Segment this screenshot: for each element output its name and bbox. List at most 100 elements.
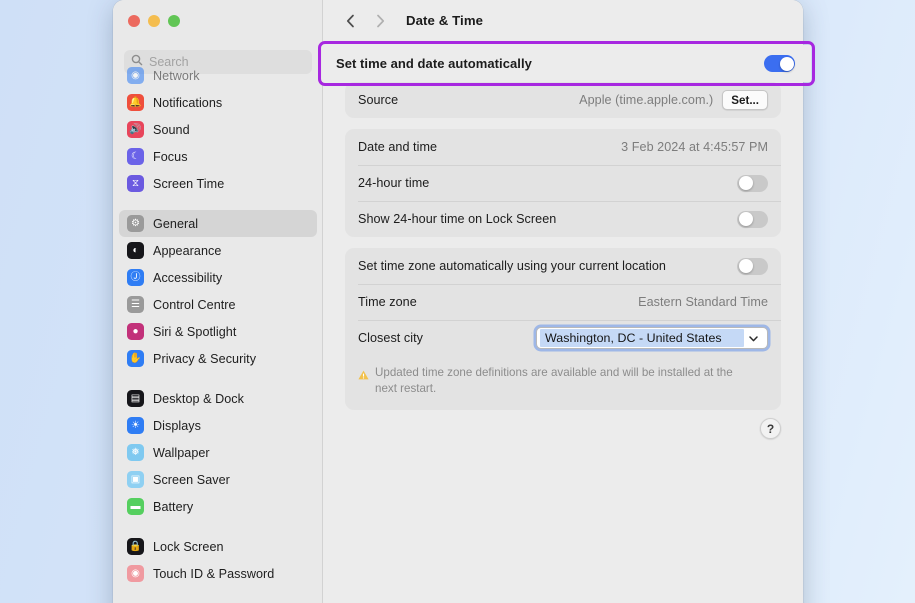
toggle-knob	[739, 212, 753, 226]
sidebar-item-accessibility[interactable]: Ⓙ Accessibility	[119, 264, 317, 291]
screensaver-icon: ▣	[127, 471, 144, 488]
desktop-icon: ▤	[127, 390, 144, 407]
sidebar-item-notifications[interactable]: 🔔 Notifications	[119, 89, 317, 116]
network-icon: ◉	[127, 67, 144, 84]
bell-icon: 🔔	[127, 94, 144, 111]
chevron-right-icon	[376, 14, 385, 28]
date-and-time-row: Date and time 3 Feb 2024 at 4:45:57 PM	[345, 129, 781, 165]
fingerprint-icon: ◉	[127, 565, 144, 582]
source-label: Source	[358, 93, 398, 107]
help-button[interactable]: ?	[760, 418, 781, 439]
sidebar-item-label: Appearance	[153, 244, 221, 258]
sidebar-item-control-centre[interactable]: ☰ Control Centre	[119, 291, 317, 318]
sidebar-item-label: Wallpaper	[153, 446, 210, 460]
sidebar-item-label: Displays	[153, 419, 201, 433]
warning-triangle-icon	[358, 367, 369, 385]
sidebar: ◉ Network 🔔 Notifications 🔊 Sound ☾Focus ⧖ Scree…	[113, 0, 323, 603]
back-button[interactable]	[337, 8, 363, 34]
closest-city-label: Closest city	[358, 331, 423, 345]
set-source-button[interactable]: Set...	[722, 90, 768, 110]
close-button[interactable]	[128, 15, 140, 27]
sidebar-item-lock-screen[interactable]: 🔒Lock Screen	[119, 533, 317, 560]
siri-icon: ●	[127, 323, 144, 340]
sidebar-item-general[interactable]: ⚙ General	[119, 210, 317, 237]
sidebar-item-screen-saver[interactable]: ▣ Screen Saver	[119, 466, 317, 493]
sidebar-item-label: General	[153, 217, 198, 231]
date-and-time-label: Date and time	[358, 140, 437, 154]
sidebar-item-privacy-security[interactable]: ✋Privacy & Security	[119, 345, 317, 372]
sidebar-item-desktop-dock[interactable]: ▤ Desktop & Dock	[119, 385, 317, 412]
set-time-zone-automatically-using-your-current-location-row: Set time zone automatically using your c…	[345, 248, 781, 284]
display-icon: ☀	[127, 417, 144, 434]
time-zone-card: Set time zone automatically using your c…	[345, 248, 781, 410]
sidebar-item-label: Touch ID & Password	[153, 567, 274, 581]
set-time-automatically-toggle[interactable]	[764, 55, 795, 72]
sidebar-item-label: Desktop & Dock	[153, 392, 244, 406]
sidebar-item-appearance[interactable]: ◐ Appearance	[119, 237, 317, 264]
sliders-icon: ☰	[127, 296, 144, 313]
hand-icon: ✋	[127, 350, 144, 367]
show-24-hour-time-on-lock-screen-toggle[interactable]	[737, 211, 768, 228]
hourglass-icon: ⧖	[127, 175, 144, 192]
sidebar-item-label: Screen Time	[153, 177, 224, 191]
sidebar-item-screen-time[interactable]: ⧖ Screen Time	[119, 170, 317, 197]
sidebar-item-label: Focus	[153, 150, 188, 164]
chevron-down-icon	[744, 329, 763, 347]
forward-button[interactable]	[367, 8, 393, 34]
source-card: Source Apple (time.apple.com.) Set...	[345, 82, 781, 118]
sidebar-item-wallpaper[interactable]: ❅ Wallpaper	[119, 439, 317, 466]
lock-icon: 🔒	[127, 538, 144, 555]
sidebar-item-siri-spotlight[interactable]: ● Siri & Spotlight	[119, 318, 317, 345]
sidebar-item-label: Accessibility	[153, 271, 222, 285]
24-hour-time-label: 24-hour time	[358, 176, 429, 190]
closest-city-popup[interactable]: Washington, DC - United States	[536, 327, 768, 349]
sidebar-item-battery[interactable]: ▬Battery	[119, 493, 317, 520]
sidebar-item-focus[interactable]: ☾Focus	[119, 143, 317, 170]
wallpaper-icon: ❅	[127, 444, 144, 461]
maximize-button[interactable]	[168, 15, 180, 27]
sidebar-group-divider	[113, 372, 323, 385]
closest-city-value: Washington, DC - United States	[540, 329, 744, 347]
sidebar-item-label: Notifications	[153, 96, 222, 110]
detail-pane: Date & Time Source Apple (time.apple.com…	[323, 0, 803, 603]
speaker-icon: 🔊	[127, 121, 144, 138]
person-icon: Ⓙ	[127, 269, 144, 286]
minimize-button[interactable]	[148, 15, 160, 27]
time-zone-label: Time zone	[358, 295, 417, 309]
sidebar-item-touch-id-password[interactable]: ◉ Touch ID & Password	[119, 560, 317, 587]
gear-icon: ⚙	[127, 215, 144, 232]
24-hour-time-toggle[interactable]	[737, 175, 768, 192]
sidebar-item-label: Siri & Spotlight	[153, 325, 236, 339]
timezone-note-text: Updated time zone definitions are availa…	[375, 365, 750, 398]
toolbar: Date & Time	[323, 0, 803, 41]
window-controls	[128, 15, 180, 27]
sidebar-item-sound[interactable]: 🔊 Sound	[119, 116, 317, 143]
system-settings-window: ◉ Network 🔔 Notifications 🔊 Sound ☾Focus ⧖ Scree…	[113, 0, 803, 603]
time-zone-value: Eastern Standard Time	[638, 295, 768, 309]
battery-icon: ▬	[127, 498, 144, 515]
contrast-icon: ◐	[127, 242, 144, 259]
source-row: Source Apple (time.apple.com.) Set...	[345, 82, 781, 118]
sidebar-nav-list[interactable]: ◉ Network 🔔 Notifications 🔊 Sound ☾Focus ⧖ Scree…	[113, 62, 323, 603]
time-zone-row: Time zone Eastern Standard Time	[345, 284, 781, 320]
toggle-knob	[739, 259, 753, 273]
date-and-time-value: 3 Feb 2024 at 4:45:57 PM	[621, 140, 768, 154]
sidebar-item-label: Screen Saver	[153, 473, 230, 487]
show-24-hour-time-on-lock-screen-row: Show 24-hour time on Lock Screen	[345, 201, 781, 237]
closest-city-row: Closest city Washington, DC - United Stat…	[345, 320, 781, 356]
sidebar-item-label: Sound	[153, 123, 190, 137]
set-time-automatically-label: Set time and date automatically	[336, 56, 532, 71]
date-and-time-card: Date and time 3 Feb 2024 at 4:45:57 PM 24-…	[345, 129, 781, 237]
sidebar-item-network[interactable]: ◉ Network	[119, 62, 317, 89]
show-24-hour-time-on-lock-screen-label: Show 24-hour time on Lock Screen	[358, 212, 556, 226]
sidebar-group-divider	[113, 520, 323, 533]
page-title: Date & Time	[406, 13, 483, 28]
set-time-zone-automatically-using-your-current-location-toggle[interactable]	[737, 258, 768, 275]
sidebar-item-label: Control Centre	[153, 298, 236, 312]
sidebar-group-divider	[113, 197, 323, 210]
set-time-automatically-row: Set time and date automatically	[322, 45, 811, 82]
sidebar-item-label: Network	[153, 69, 200, 83]
timezone-note: Updated time zone definitions are availa…	[345, 356, 781, 410]
sidebar-item-displays[interactable]: ☀ Displays	[119, 412, 317, 439]
source-value: Apple (time.apple.com.)	[579, 93, 713, 107]
